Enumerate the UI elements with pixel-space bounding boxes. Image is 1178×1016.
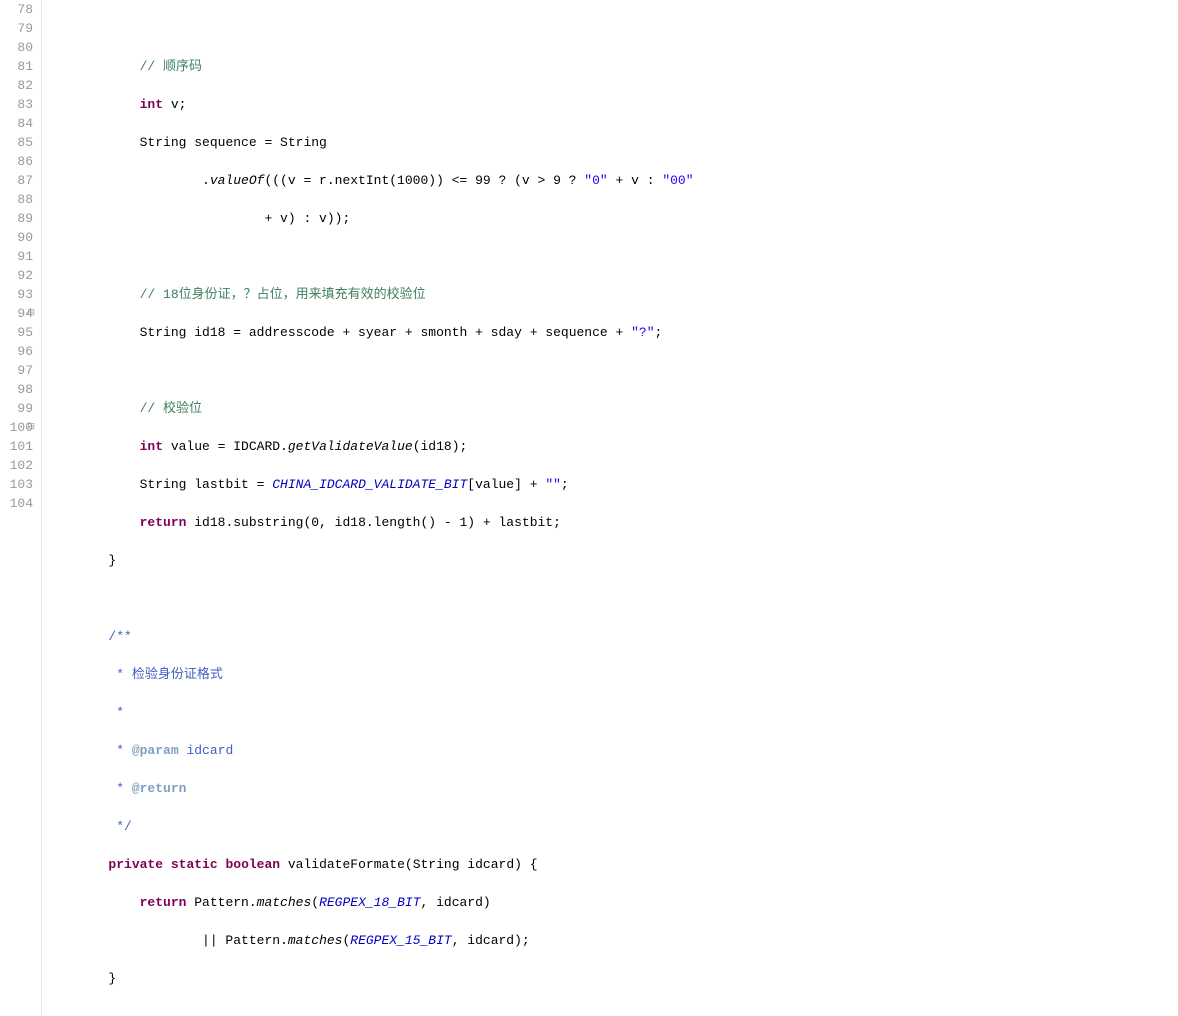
line-number: 97	[8, 361, 33, 380]
line-number: 81	[8, 57, 33, 76]
code-line[interactable]: String sequence = String	[46, 133, 1178, 152]
code-line[interactable]: String id18 = addresscode + syear + smon…	[46, 323, 1178, 342]
line-number: 99	[8, 399, 33, 418]
line-number: 92	[8, 266, 33, 285]
code-line[interactable]: return id18.substring(0, id18.length() -…	[46, 513, 1178, 532]
code-line[interactable]: String lastbit = CHINA_IDCARD_VALIDATE_B…	[46, 475, 1178, 494]
fold-icon[interactable]: ⊟	[27, 418, 35, 437]
line-number: 86	[8, 152, 33, 171]
code-line[interactable]: .valueOf(((v = r.nextInt(1000)) <= 99 ? …	[46, 171, 1178, 190]
code-line[interactable]: *	[46, 703, 1178, 722]
line-number: 87	[8, 171, 33, 190]
code-line[interactable]: }	[46, 551, 1178, 570]
line-number: 101	[8, 437, 33, 456]
fold-icon[interactable]: ⊟	[27, 304, 35, 323]
line-number: 90	[8, 228, 33, 247]
line-number: 91	[8, 247, 33, 266]
line-number: 88	[8, 190, 33, 209]
code-line[interactable]: + v) : v));	[46, 209, 1178, 228]
code-line[interactable]: int value = IDCARD.getValidateValue(id18…	[46, 437, 1178, 456]
line-number: 104	[8, 494, 33, 513]
line-number: 93	[8, 285, 33, 304]
line-number: 83	[8, 95, 33, 114]
code-line[interactable]: */	[46, 817, 1178, 836]
code-line[interactable]: int v;	[46, 95, 1178, 114]
line-number: 100⊟	[8, 418, 33, 437]
code-line[interactable]: /**	[46, 627, 1178, 646]
code-line[interactable]: // 18位身份证，？占位，用来填充有效的校验位	[46, 285, 1178, 304]
line-number: 80	[8, 38, 33, 57]
code-line[interactable]: * @return	[46, 779, 1178, 798]
code-line[interactable]: // 校验位	[46, 399, 1178, 418]
line-number: 102	[8, 456, 33, 475]
line-number: 98	[8, 380, 33, 399]
code-line[interactable]	[46, 361, 1178, 380]
line-number: 85	[8, 133, 33, 152]
code-line[interactable]	[46, 1007, 1178, 1016]
line-number: 94⊟	[8, 304, 33, 323]
line-number: 103	[8, 475, 33, 494]
line-number: 84	[8, 114, 33, 133]
code-line[interactable]	[46, 19, 1178, 38]
line-number: 78	[8, 0, 33, 19]
code-line[interactable]: private static boolean validateFormate(S…	[46, 855, 1178, 874]
code-line[interactable]	[46, 247, 1178, 266]
code-line[interactable]	[46, 589, 1178, 608]
code-editor[interactable]: // 顺序码 int v; String sequence = String .…	[42, 0, 1178, 1016]
line-number: 89	[8, 209, 33, 228]
code-line[interactable]: * @param idcard	[46, 741, 1178, 760]
code-line[interactable]: * 检验身份证格式	[46, 665, 1178, 684]
line-number: 95	[8, 323, 33, 342]
line-number: 79	[8, 19, 33, 38]
code-line[interactable]: || Pattern.matches(REGPEX_15_BIT, idcard…	[46, 931, 1178, 950]
code-line[interactable]: return Pattern.matches(REGPEX_18_BIT, id…	[46, 893, 1178, 912]
line-number: 96	[8, 342, 33, 361]
code-line[interactable]: }	[46, 969, 1178, 988]
code-line[interactable]: // 顺序码	[46, 57, 1178, 76]
line-number: 82	[8, 76, 33, 95]
line-number-gutter: 78 79 80 81 82 83 84 85 86 87 88 89 90 9…	[0, 0, 42, 1016]
